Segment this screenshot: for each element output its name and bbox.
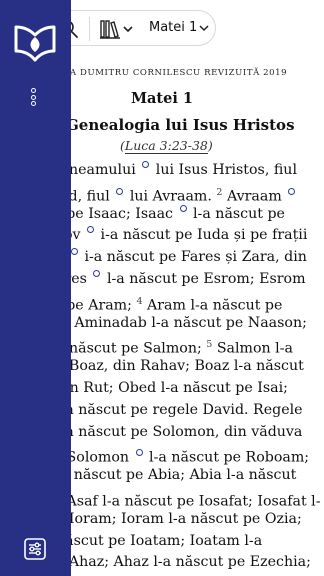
- verse-line: din Rut; Obed l-a născut pe Isai;: [56, 378, 320, 400]
- verse-line: născut pe Ioatam; Ioatam l-a: [56, 531, 320, 553]
- footnote-marker-icon[interactable]: [142, 161, 150, 168]
- verse-text-span: Asaf l-a născut pe Iosafat; Iosafat l-: [62, 493, 321, 510]
- verse-line: a i-a născut pe Fares și Zara, din: [56, 247, 320, 269]
- verse-line: a născut pe Salmon; 5 Salmon l-a: [56, 334, 320, 358]
- verse-line: b; Aminadab l-a născut pe Naason;: [56, 313, 320, 335]
- footnote-marker-icon[interactable]: [87, 226, 95, 234]
- cross-reference-text[interactable]: Luca 3:23-38: [124, 138, 208, 154]
- footnote-marker-icon[interactable]: [70, 248, 78, 256]
- verse-line: cov i-a născut pe Iuda și pe frații: [56, 225, 320, 247]
- verse-text-span: Salmon l-a: [212, 341, 293, 358]
- settings-sliders-icon[interactable]: [24, 538, 46, 560]
- verse-line: t pe Isaac; Isaac l-a născut pe: [56, 204, 320, 226]
- verse-text-span: Solomon: [62, 450, 134, 467]
- verse-text-span: -a născut pe Abia; Abia l-a născut: [56, 467, 297, 484]
- verse-text: a neamului lui Isus Hristos, fiul vid, fi…: [56, 160, 320, 574]
- verse-text-span: născut pe Ioatam; Ioatam l-a: [56, 532, 263, 549]
- toolbar-divider: [89, 17, 90, 41]
- footnote-marker-icon[interactable]: [116, 187, 124, 195]
- verse-text-span: l-a născut pe: [188, 205, 285, 222]
- verse-text-span: din Rut; Obed l-a născut pe Isai;: [56, 379, 288, 396]
- verse-text-span: i-a născut pe Fares și Zara, din: [79, 249, 307, 266]
- navigation-rail: [0, 0, 71, 576]
- verse-text-span: e Ahaz; Ahaz l-a născut pe Ezechia;: [56, 554, 311, 571]
- verse-text-span: l-a născut pe Roboam;: [144, 450, 310, 467]
- footnote-marker-icon[interactable]: [179, 204, 187, 212]
- more-vertical-icon[interactable]: [31, 88, 39, 110]
- footnote-marker-icon[interactable]: [288, 187, 296, 195]
- cross-reference-link[interactable]: (Luca 3:23-38): [120, 138, 213, 154]
- verse-text-span: l-a născut pe regele David. Regele: [56, 401, 303, 418]
- verse-text-span: i-a născut pe Iuda și pe frații: [96, 227, 308, 244]
- verse-text-span: b; Aminadab l-a născut pe Naason;: [56, 314, 307, 331]
- book-chapter-selector[interactable]: Matei 1: [149, 20, 209, 35]
- verse-line: l-a născut pe Solomon, din văduva: [56, 422, 320, 444]
- verse-text-span: t pe Isaac; Isaac: [56, 205, 178, 222]
- verse-line: -a născut pe Abia; Abia l-a născut: [56, 465, 320, 487]
- verse-line: t pe Aram; 4 Aram l-a născut pe: [56, 291, 320, 314]
- verse-text-span: e Boaz, din Rahav; Boaz l-a născut: [56, 358, 304, 375]
- verse-line: l-a născut pe regele David. Regele: [56, 400, 320, 422]
- verse-text-span: e Ioram; Ioram l-a născut pe Ozia;: [56, 510, 302, 527]
- verse-line: vid, fiul lui Avraam. 2 Avraam: [56, 182, 320, 205]
- verse-line: e Ahaz; Ahaz l-a născut pe Ezechia;: [56, 552, 320, 574]
- bible-logo-icon[interactable]: [13, 23, 57, 65]
- verse-line: 8 Asaf l-a născut pe Iosafat; Iosafat l-: [56, 487, 321, 510]
- version-title: A DUMITRU CORNILESCU REVIZUITĂ 2019: [70, 68, 288, 78]
- verse-line: e Boaz, din Rahav; Boaz l-a născut: [56, 356, 320, 378]
- verse-text-span: lui Isus Hristos, fiul: [151, 162, 297, 178]
- verse-line: 7 Solomon l-a născut pe Roboam;: [56, 443, 320, 467]
- section-heading: Genealogia lui Isus Hristos: [66, 116, 295, 134]
- verse-text-span: a născut pe Salmon;: [56, 341, 207, 358]
- verse-line: a neamului lui Isus Hristos, fiul: [56, 160, 320, 182]
- footnote-marker-icon[interactable]: [135, 449, 143, 457]
- verse-text-span: lui Avraam.: [125, 188, 217, 205]
- verse-text-span: l-a născut pe Solomon, din văduva: [56, 423, 303, 440]
- verse-line: e Ioram; Ioram l-a născut pe Ozia;: [56, 509, 320, 531]
- verse-text-span: l-a născut pe Esrom; Esrom: [102, 270, 306, 287]
- verse-text-span: Avraam: [222, 188, 287, 205]
- verse-text-span: Aram l-a născut pe: [142, 297, 283, 314]
- library-books-icon[interactable]: [99, 18, 135, 40]
- footnote-marker-icon[interactable]: [93, 269, 101, 277]
- chevron-down-icon[interactable]: [199, 23, 209, 33]
- verse-line: ares l-a născut pe Esrom; Esrom: [56, 269, 320, 291]
- book-chapter-label[interactable]: Matei 1: [149, 20, 197, 35]
